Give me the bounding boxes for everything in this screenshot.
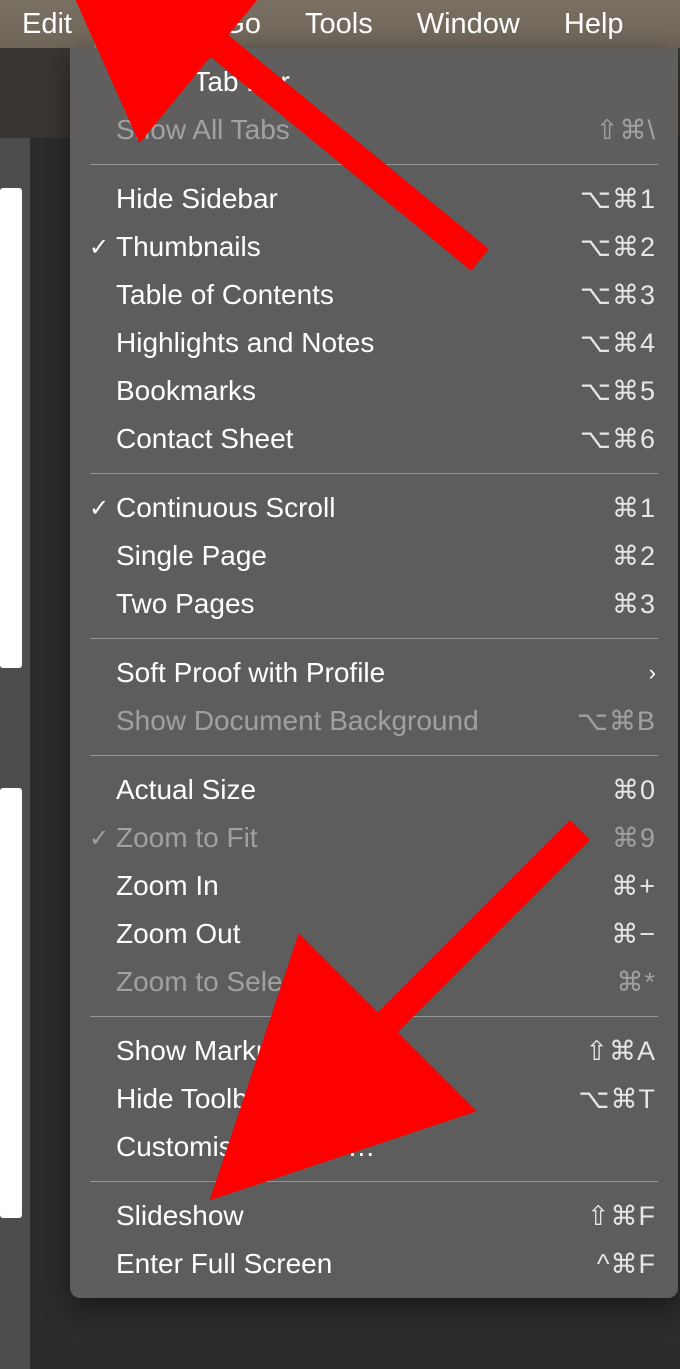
- menu-item-zoom-to-selection: Zoom to Selection⌘*: [70, 958, 678, 1006]
- menu-item-label: Show Tab Bar: [116, 66, 656, 98]
- menu-item-label: Slideshow: [116, 1200, 587, 1232]
- menu-item-shortcut: ⌘1: [612, 493, 656, 524]
- view-menu-dropdown: Show Tab Bar Show All Tabs⇧⌘\ Hide Sidebar…: [70, 48, 678, 1298]
- menu-item-shortcut: ⌘2: [612, 541, 656, 572]
- menu-item-zoom-out[interactable]: Zoom Out⌘−: [70, 910, 678, 958]
- menu-item-label: Table of Contents: [116, 279, 580, 311]
- menu-item-zoom-to-fit: ✓Zoom to Fit⌘9: [70, 814, 678, 862]
- menu-item-label: Contact Sheet: [116, 423, 580, 455]
- menu-item-shortcut: ⌥⌘6: [580, 424, 656, 455]
- menu-item-highlights-and-notes[interactable]: Highlights and Notes⌥⌘4: [70, 319, 678, 367]
- menu-item-label: Show Markup Toolbar: [116, 1035, 585, 1067]
- chevron-right-icon: ›: [649, 660, 656, 686]
- menu-item-bookmarks[interactable]: Bookmarks⌥⌘5: [70, 367, 678, 415]
- menu-item-label: Show All Tabs: [116, 114, 596, 146]
- menu-item-label: Soft Proof with Profile: [116, 657, 649, 689]
- menu-item-shortcut: ⌘+: [611, 871, 656, 902]
- menu-item-shortcut: ⌥⌘4: [580, 328, 656, 359]
- menu-item-label: Continuous Scroll: [116, 492, 612, 524]
- menu-item-show-document-background: Show Document Background⌥⌘B: [70, 697, 678, 745]
- menu-item-shortcut: ⌥⌘1: [580, 184, 656, 215]
- menu-window[interactable]: Window: [395, 0, 542, 48]
- menu-item-show-all-tabs: Show All Tabs⇧⌘\: [70, 106, 678, 154]
- menu-item-label: Enter Full Screen: [116, 1248, 597, 1280]
- menu-item-shortcut: ⌥⌘3: [580, 280, 656, 311]
- menu-view[interactable]: View: [94, 0, 200, 48]
- menu-item-shortcut: ^⌘F: [597, 1249, 656, 1280]
- menu-item-hide-toolbar[interactable]: Hide Toolbar⌥⌘T: [70, 1075, 678, 1123]
- checkmark-icon: ✓: [82, 824, 116, 853]
- menu-item-label: Actual Size: [116, 774, 612, 806]
- menu-separator: [90, 473, 658, 474]
- menu-item-label: Zoom In: [116, 870, 611, 902]
- menu-item-actual-size[interactable]: Actual Size⌘0: [70, 766, 678, 814]
- menu-separator: [90, 164, 658, 165]
- menu-help[interactable]: Help: [542, 0, 646, 48]
- menu-item-hide-sidebar[interactable]: Hide Sidebar⌥⌘1: [70, 175, 678, 223]
- menu-item-soft-proof-with-profile[interactable]: Soft Proof with Profile›: [70, 649, 678, 697]
- menu-item-slideshow[interactable]: Slideshow⇧⌘F: [70, 1192, 678, 1240]
- menu-item-label: Highlights and Notes: [116, 327, 580, 359]
- menu-item-shortcut: ⌘3: [612, 589, 656, 620]
- menu-item-show-markup-toolbar[interactable]: Show Markup Toolbar⇧⌘A: [70, 1027, 678, 1075]
- thumbnail-page[interactable]: [0, 188, 22, 668]
- menu-item-shortcut: ⌥⌘2: [580, 232, 656, 263]
- menu-item-shortcut: ⌥⌘B: [577, 706, 656, 737]
- menu-item-label: Thumbnails: [116, 231, 580, 263]
- menu-item-label: Zoom to Selection: [116, 966, 616, 998]
- menu-separator: [90, 1016, 658, 1017]
- menu-item-label: Hide Toolbar: [116, 1083, 578, 1115]
- menu-item-two-pages[interactable]: Two Pages⌘3: [70, 580, 678, 628]
- menu-separator: [90, 1181, 658, 1182]
- thumbnail-page[interactable]: [0, 788, 22, 1218]
- menu-item-table-of-contents[interactable]: Table of Contents⌥⌘3: [70, 271, 678, 319]
- menu-separator: [90, 755, 658, 756]
- menu-item-shortcut: ⌘*: [616, 967, 656, 998]
- menu-item-shortcut: ⌘9: [612, 823, 656, 854]
- menu-go[interactable]: Go: [200, 0, 283, 48]
- menu-item-shortcut: ⌥⌘5: [580, 376, 656, 407]
- menu-item-contact-sheet[interactable]: Contact Sheet⌥⌘6: [70, 415, 678, 463]
- menu-item-label: Zoom Out: [116, 918, 611, 950]
- menu-item-label: Hide Sidebar: [116, 183, 580, 215]
- menu-item-shortcut: ⌘−: [611, 919, 656, 950]
- checkmark-icon: ✓: [82, 233, 116, 262]
- menu-item-label: Two Pages: [116, 588, 612, 620]
- menubar: Edit View Go Tools Window Help: [0, 0, 680, 48]
- menu-item-continuous-scroll[interactable]: ✓Continuous Scroll⌘1: [70, 484, 678, 532]
- menu-item-label: Customise Toolbar…: [116, 1131, 656, 1163]
- menu-separator: [90, 638, 658, 639]
- menu-item-shortcut: ⇧⌘A: [585, 1036, 656, 1067]
- menu-edit[interactable]: Edit: [0, 0, 94, 48]
- menu-item-label: Bookmarks: [116, 375, 580, 407]
- menu-item-shortcut: ⇧⌘\: [596, 115, 656, 146]
- menu-item-show-tab-bar[interactable]: Show Tab Bar: [70, 58, 678, 106]
- menu-item-label: Show Document Background: [116, 705, 577, 737]
- menu-item-customise-toolbar[interactable]: Customise Toolbar…: [70, 1123, 678, 1171]
- menu-item-zoom-in[interactable]: Zoom In⌘+: [70, 862, 678, 910]
- checkmark-icon: ✓: [82, 494, 116, 523]
- menu-item-label: Single Page: [116, 540, 612, 572]
- menu-item-enter-full-screen[interactable]: Enter Full Screen^⌘F: [70, 1240, 678, 1288]
- menu-item-shortcut: ⇧⌘F: [587, 1201, 656, 1232]
- menu-tools[interactable]: Tools: [283, 0, 395, 48]
- sidebar-thumbnails: [0, 138, 30, 1369]
- menu-item-single-page[interactable]: Single Page⌘2: [70, 532, 678, 580]
- menu-item-shortcut: ⌥⌘T: [578, 1084, 656, 1115]
- menu-item-label: Zoom to Fit: [116, 822, 612, 854]
- menu-item-thumbnails[interactable]: ✓Thumbnails⌥⌘2: [70, 223, 678, 271]
- menu-item-shortcut: ⌘0: [612, 775, 656, 806]
